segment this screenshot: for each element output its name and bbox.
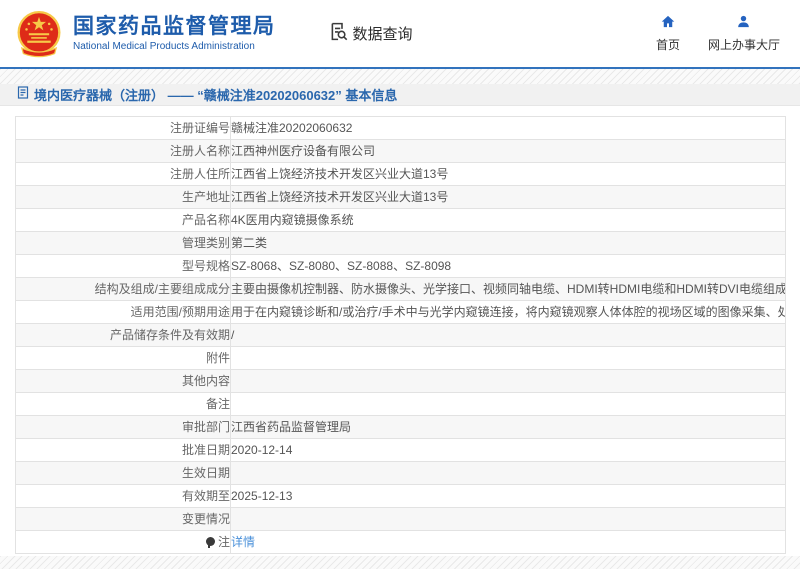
table-row: 型号规格 SZ-8068、SZ-8080、SZ-8088、SZ-8098 xyxy=(15,254,786,278)
table-row: 产品名称 4K医用内窥镜摄像系统 xyxy=(15,208,786,232)
row-value xyxy=(230,346,786,370)
nav-item-label: 首页 xyxy=(655,38,680,52)
table-row: 备注 xyxy=(15,392,786,416)
user-icon xyxy=(736,14,751,32)
row-label: 注册人住所 xyxy=(15,162,231,186)
row-value xyxy=(230,392,786,416)
row-value: 江西省上饶经济技术开发区兴业大道13号 xyxy=(230,185,786,209)
row-label: 产品名称 xyxy=(15,208,231,232)
row-value: 第二类 xyxy=(230,231,786,255)
document-icon xyxy=(17,85,29,104)
row-label: 管理类别 xyxy=(15,231,231,255)
info-table-body: 注册证编号 赣械注准20202060632 注册人名称 江西神州医疗设备有限公司 注册人… xyxy=(15,116,786,554)
content-area: 注册证编号 赣械注准20202060632 注册人名称 江西神州医疗设备有限公司 注册人… xyxy=(0,106,800,554)
table-row: 产品储存条件及有效期 / xyxy=(15,323,786,347)
row-value: 主要由摄像机控制器、防水摄像头、光学接口、视频同轴电缆、HDMI转HDMI电缆和… xyxy=(230,277,786,301)
row-label: 生产地址 xyxy=(15,185,231,209)
row-label: 结构及组成/主要组成成分 xyxy=(15,277,231,301)
nav-item-service-hall[interactable]: 网上办事大厅 xyxy=(708,14,780,53)
row-label: 型号规格 xyxy=(15,254,231,278)
decorative-strip-bottom xyxy=(0,556,800,569)
row-value: 4K医用内窥镜摄像系统 xyxy=(230,208,786,232)
table-row: 审批部门 江西省药品监督管理局 xyxy=(15,415,786,439)
header-nav: 首页 网上办事大厅 xyxy=(656,14,800,53)
row-value: 2020-12-14 xyxy=(230,438,786,462)
org-name-zh: 国家药品监督管理局 xyxy=(73,14,276,38)
home-icon xyxy=(660,14,676,32)
row-label: 有效期至 xyxy=(15,484,231,508)
row-value xyxy=(230,369,786,393)
note-pin-icon xyxy=(205,537,215,548)
table-row: 注册证编号 赣械注准20202060632 xyxy=(15,116,786,140)
table-row: 适用范围/预期用途 用于在内窥镜诊断和/或治疗/手术中与光学内窥镜连接，将内窥镜观… xyxy=(15,300,786,324)
table-row: 有效期至 2025-12-13 xyxy=(15,484,786,508)
registration-info-table: 注册证编号 赣械注准20202060632 注册人名称 江西神州医疗设备有限公司 注册人… xyxy=(15,116,786,554)
table-row: 注册人住所 江西省上饶经济技术开发区兴业大道13号 xyxy=(15,162,786,186)
row-label: 变更情况 xyxy=(15,507,231,531)
table-row: 管理类别 第二类 xyxy=(15,231,786,255)
site-header: 国家药品监督管理局 National Medical Products Admi… xyxy=(0,0,800,69)
table-row: 其他内容 xyxy=(15,369,786,393)
row-value: 江西省上饶经济技术开发区兴业大道13号 xyxy=(230,162,786,186)
detail-link[interactable]: 详情 xyxy=(232,535,256,549)
row-value: SZ-8068、SZ-8080、SZ-8088、SZ-8098 xyxy=(230,254,786,278)
row-value: / xyxy=(230,323,786,347)
row-value: 江西神州医疗设备有限公司 xyxy=(230,139,786,163)
national-emblem-logo xyxy=(14,8,64,60)
page: 国家药品监督管理局 National Medical Products Admi… xyxy=(0,0,800,569)
row-value xyxy=(230,461,786,485)
row-label: 注册证编号 xyxy=(15,116,231,140)
data-query-section[interactable]: 数据查询 xyxy=(328,21,413,46)
row-label: 备注 xyxy=(15,392,231,416)
page-title: 境内医疗器械（注册） —— “赣械注准20202060632” 基本信息 xyxy=(34,88,398,103)
page-title-bar: 境内医疗器械（注册） —— “赣械注准20202060632” 基本信息 xyxy=(0,84,800,106)
table-row: 结构及组成/主要组成成分 主要由摄像机控制器、防水摄像头、光学接口、视频同轴电缆、… xyxy=(15,277,786,301)
table-row: 注册人名称 江西神州医疗设备有限公司 xyxy=(15,139,786,163)
table-row: 生产地址 江西省上饶经济技术开发区兴业大道13号 xyxy=(15,185,786,209)
row-label: 注 xyxy=(15,530,231,554)
table-row: 附件 xyxy=(15,346,786,370)
row-label: 产品储存条件及有效期 xyxy=(15,323,231,347)
decorative-strip xyxy=(0,69,800,84)
row-label: 注册人名称 xyxy=(15,139,231,163)
row-value: 详情 xyxy=(230,530,786,554)
row-label: 审批部门 xyxy=(15,415,231,439)
org-title-block: 国家药品监督管理局 National Medical Products Admi… xyxy=(73,15,276,52)
row-value: 2025-12-13 xyxy=(230,484,786,508)
row-label: 附件 xyxy=(15,346,231,370)
nav-item-label: 网上办事大厅 xyxy=(707,38,780,52)
row-value xyxy=(230,507,786,531)
table-row: 生效日期 xyxy=(15,461,786,485)
row-label: 批准日期 xyxy=(15,438,231,462)
table-row: 变更情况 xyxy=(15,507,786,531)
row-label: 适用范围/预期用途 xyxy=(15,300,231,324)
row-label: 生效日期 xyxy=(15,461,231,485)
nav-item-home[interactable]: 首页 xyxy=(656,14,680,53)
data-query-label: 数据查询 xyxy=(352,26,413,43)
row-value: 江西省药品监督管理局 xyxy=(230,415,786,439)
table-row: 注详情 xyxy=(15,530,786,554)
row-label: 其他内容 xyxy=(15,369,231,393)
row-value: 赣械注准20202060632 xyxy=(230,116,786,140)
row-value: 用于在内窥镜诊断和/或治疗/手术中与光学内窥镜连接，将内窥镜观察人体体腔的视场区… xyxy=(230,300,786,324)
org-name-en: National Medical Products Administration xyxy=(73,41,255,53)
document-search-icon xyxy=(328,21,349,46)
table-row: 批准日期 2020-12-14 xyxy=(15,438,786,462)
